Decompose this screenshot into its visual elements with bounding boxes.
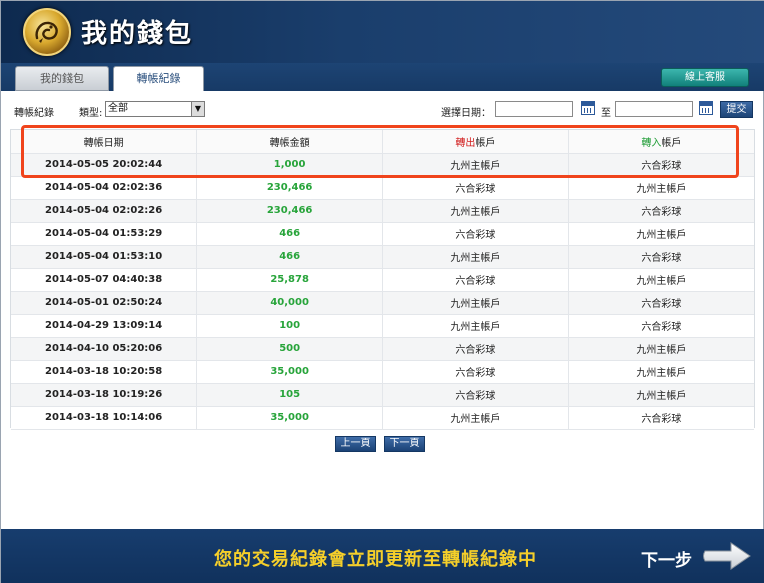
table-row: 2014-05-05 20:02:44 1,000 九州主帳戶 六合彩球: [11, 153, 754, 177]
footer-message: 您的交易紀錄會立即更新至轉帳紀錄中: [214, 549, 537, 570]
next-step-label[interactable]: 下一步: [641, 546, 692, 571]
submit-button[interactable]: 提交: [720, 101, 753, 118]
table-row: 2014-05-04 02:02:26 230,466 九州主帳戶 六合彩球: [11, 199, 754, 223]
right-arrow-icon[interactable]: [701, 541, 753, 571]
app-header: 我的錢包: [1, 1, 764, 63]
table-row: 2014-05-07 04:40:38 25,878 六合彩球 九州主帳戶: [11, 268, 754, 292]
type-select-value: 全部: [108, 103, 128, 114]
calendar-icon[interactable]: [581, 101, 595, 115]
tab-my-wallet[interactable]: 我的錢包: [15, 66, 109, 91]
footer-banner: 您的交易紀錄會立即更新至轉帳紀錄中 下一步: [1, 529, 764, 583]
table-row: 2014-05-04 02:02:36 230,466 六合彩球 九州主帳戶: [11, 176, 754, 200]
date-from-input[interactable]: [495, 101, 573, 117]
page-title: 我的錢包: [81, 19, 194, 49]
table-row: 2014-04-29 13:09:14 100 九州主帳戶 六合彩球: [11, 314, 754, 338]
prev-page-button[interactable]: 上一頁: [335, 436, 376, 452]
app-window: 我的錢包 我的錢包 轉帳紀錄 線上客服 轉帳紀錄 類型: 全部 ▼ 選擇日期： …: [0, 0, 764, 583]
date-label: 選擇日期：: [441, 108, 491, 119]
table-row: 2014-03-18 10:14:06 35,000 九州主帳戶 六合彩球: [11, 406, 754, 430]
table-row: 2014-05-04 01:53:29 466 六合彩球 九州主帳戶: [11, 222, 754, 246]
calendar-icon[interactable]: [699, 101, 713, 115]
table-row: 2014-05-01 02:50:24 40,000 九州主帳戶 六合彩球: [11, 291, 754, 315]
type-select[interactable]: 全部 ▼: [105, 101, 205, 117]
col-header-date: 轉帳日期: [11, 130, 198, 154]
tab-transfer-records[interactable]: 轉帳紀錄: [113, 66, 204, 91]
online-support-button[interactable]: 線上客服: [661, 68, 749, 87]
date-to-label: 至: [601, 108, 611, 119]
type-label: 類型:: [79, 108, 103, 119]
col-header-to: 轉入帳戶: [568, 130, 754, 154]
table-row: 2014-04-10 05:20:06 500 六合彩球 九州主帳戶: [11, 337, 754, 361]
table-row: 2014-05-04 01:53:10 466 九州主帳戶 六合彩球: [11, 245, 754, 269]
col-header-from: 轉出帳戶: [382, 130, 569, 154]
date-to-input[interactable]: [615, 101, 693, 117]
next-page-button[interactable]: 下一頁: [384, 436, 425, 452]
tab-bar: 我的錢包 轉帳紀錄 線上客服: [1, 63, 764, 91]
transfer-records-table: 轉帳日期 轉帳金額 轉出帳戶 轉入帳戶 2014-05-05 20:02:44 …: [10, 129, 755, 430]
table-row: 2014-03-18 10:19:26 105 六合彩球 九州主帳戶: [11, 383, 754, 407]
chevron-down-icon[interactable]: ▼: [191, 102, 204, 116]
col-header-amount: 轉帳金額: [196, 130, 383, 154]
table-row: 2014-03-18 10:20:58 35,000 六合彩球 九州主帳戶: [11, 360, 754, 384]
dragon-emblem-icon: [23, 8, 71, 56]
filter-bar: 轉帳紀錄 類型: 全部 ▼ 選擇日期： 至 提交: [1, 96, 764, 124]
record-label: 轉帳紀錄: [14, 108, 54, 119]
